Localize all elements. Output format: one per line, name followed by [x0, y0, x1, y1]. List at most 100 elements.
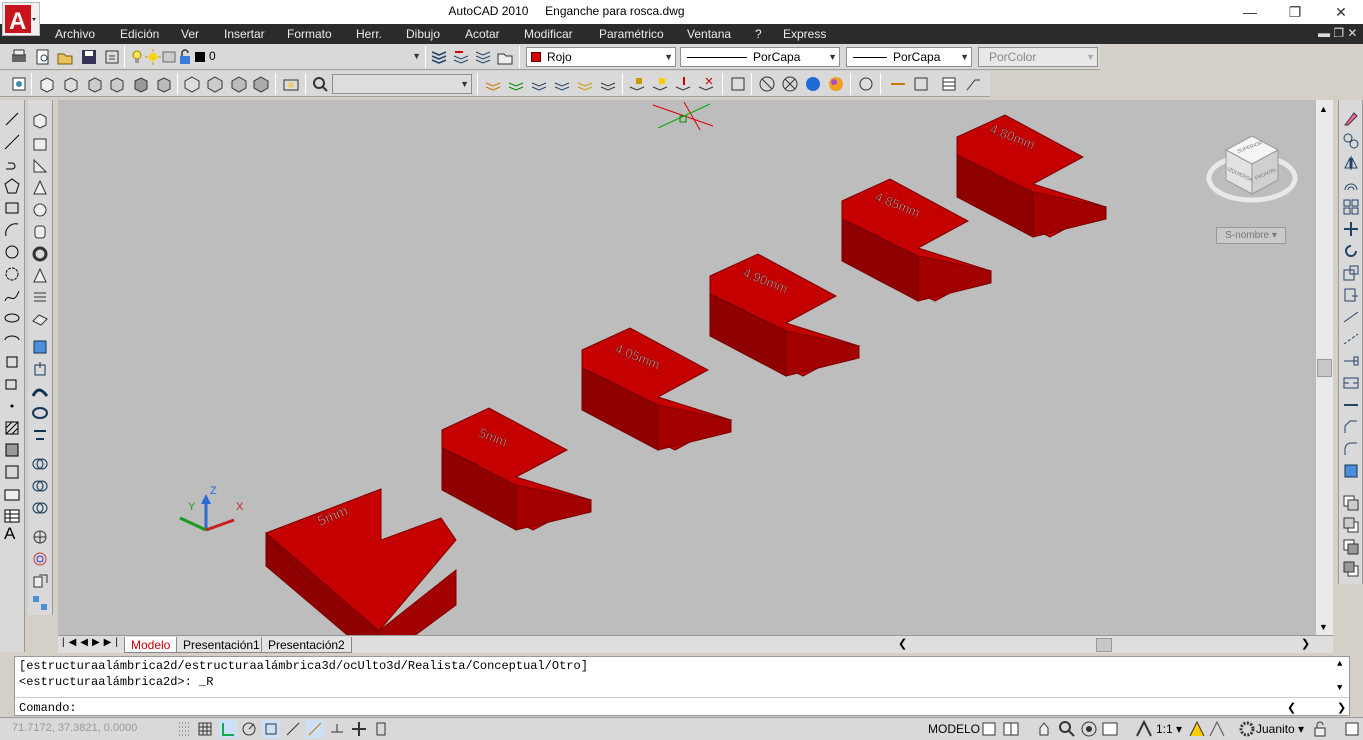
- menu-dibujo[interactable]: Dibujo: [406, 27, 440, 41]
- circle-icon[interactable]: [3, 243, 21, 261]
- construction-line-icon[interactable]: [3, 133, 21, 151]
- gradient-icon[interactable]: [3, 441, 21, 459]
- camera2-icon[interactable]: [3, 485, 21, 503]
- command-window[interactable]: [estructuraalámbrica2d/estructuraalámbri…: [14, 656, 1350, 716]
- revolve-icon[interactable]: [31, 404, 49, 422]
- command-prompt[interactable]: Comando:: [19, 701, 77, 715]
- array-icon[interactable]: [1342, 198, 1360, 216]
- join-icon[interactable]: [1342, 396, 1360, 414]
- view-front-icon[interactable]: [132, 75, 150, 93]
- iso-ne-icon[interactable]: [230, 75, 248, 93]
- planar-surface-icon[interactable]: [31, 311, 49, 329]
- move-icon[interactable]: [1342, 220, 1360, 238]
- coordinates-readout[interactable]: 71.7172, 37.3821, 0.0000: [12, 722, 137, 734]
- menu-herramientas[interactable]: Herr.: [356, 27, 382, 41]
- color-dropdown[interactable]: Rojo ▼: [526, 47, 676, 67]
- menu-acotar[interactable]: Acotar: [465, 27, 500, 41]
- cmd-scroll-right-icon[interactable]: ❯: [1337, 701, 1346, 715]
- insert-block-icon[interactable]: [3, 353, 21, 371]
- visual-style-manager-icon[interactable]: [857, 75, 875, 93]
- torus-icon[interactable]: [31, 245, 49, 263]
- menu-archivo[interactable]: Archivo: [55, 27, 95, 41]
- ellipse-arc-icon[interactable]: [3, 331, 21, 349]
- trim-icon[interactable]: [1342, 308, 1360, 326]
- helix-icon[interactable]: [31, 289, 49, 307]
- annotation-scale-icon[interactable]: [1135, 720, 1153, 738]
- view-back-icon[interactable]: [155, 75, 173, 93]
- 3d-osnap-icon[interactable]: [284, 720, 302, 738]
- annotation-visibility-icon[interactable]: [1188, 720, 1206, 738]
- pan-icon[interactable]: [1035, 720, 1053, 738]
- offset-icon[interactable]: [1342, 176, 1360, 194]
- menu-formato[interactable]: Formato: [287, 27, 332, 41]
- publish-icon[interactable]: [103, 48, 121, 66]
- named-views-icon[interactable]: [10, 75, 28, 93]
- layer-delete-icon[interactable]: [697, 75, 715, 93]
- copy-icon[interactable]: [1342, 132, 1360, 150]
- send-back-icon[interactable]: [1342, 516, 1360, 534]
- dyn-icon[interactable]: [350, 720, 368, 738]
- application-menu-button[interactable]: A: [2, 2, 40, 36]
- view-bottom-icon[interactable]: [62, 75, 80, 93]
- model-space-toggle[interactable]: MODELO: [928, 722, 980, 736]
- scale-icon[interactable]: [1342, 264, 1360, 282]
- toolbar-lock-icon[interactable]: [1311, 720, 1329, 738]
- lineweight-toggle-icon[interactable]: [372, 720, 390, 738]
- part-6[interactable]: 4.80mm: [955, 114, 1108, 238]
- scroll-right-icon[interactable]: ❯: [1301, 637, 1310, 650]
- linetype-dropdown[interactable]: PorCapa ▼: [680, 47, 840, 67]
- snap-icon[interactable]: [176, 720, 194, 738]
- layer-merge-icon[interactable]: [674, 75, 692, 93]
- layer-match-icon[interactable]: [530, 75, 548, 93]
- scroll-down-icon[interactable]: ▼: [1319, 622, 1328, 632]
- break-point-icon[interactable]: [1342, 352, 1360, 370]
- vertical-scroll-thumb[interactable]: [1317, 359, 1332, 377]
- 3d-move-icon[interactable]: [31, 528, 49, 546]
- ucs-icon[interactable]: [311, 75, 329, 93]
- mleader-style-icon[interactable]: [964, 75, 982, 93]
- camera-icon[interactable]: [282, 75, 300, 93]
- drawing-viewport[interactable]: 5mm 5mm 4.05mm 4.90mm 4.85mm 4.80mm Z Y …: [58, 100, 1315, 635]
- intersect-icon[interactable]: [31, 499, 49, 517]
- layer-previous-icon[interactable]: [452, 48, 470, 66]
- otrack-icon[interactable]: [306, 720, 324, 738]
- explode-icon[interactable]: [1342, 462, 1360, 480]
- layer-states-icon[interactable]: [474, 48, 492, 66]
- mtext-icon[interactable]: A: [4, 524, 15, 544]
- break-icon[interactable]: [1342, 374, 1360, 392]
- box-icon[interactable]: [31, 135, 49, 153]
- restore-button[interactable]: ❐: [1272, 0, 1318, 24]
- layer-lock2-icon[interactable]: [628, 75, 646, 93]
- ortho-icon[interactable]: [219, 720, 237, 738]
- plot-preview-icon[interactable]: [34, 48, 52, 66]
- view-right-icon[interactable]: [108, 75, 126, 93]
- erase-icon[interactable]: [1342, 110, 1360, 128]
- rectangle-icon[interactable]: [3, 199, 21, 217]
- wcs-menu[interactable]: S-nombre ▾: [1216, 227, 1286, 244]
- menu-modificar[interactable]: Modificar: [524, 27, 573, 41]
- hatch-icon[interactable]: [3, 419, 21, 437]
- osnap-icon[interactable]: [262, 720, 280, 738]
- view-top-icon[interactable]: [38, 75, 56, 93]
- send-under-icon[interactable]: [1342, 560, 1360, 578]
- scroll-up-icon[interactable]: ▲: [1319, 104, 1328, 114]
- 2d-wireframe-icon[interactable]: [758, 75, 776, 93]
- layer-unlock-icon[interactable]: [651, 75, 669, 93]
- layer-lock-icon[interactable]: [176, 48, 194, 66]
- ellipse-icon[interactable]: [3, 309, 21, 327]
- open-icon[interactable]: [56, 48, 74, 66]
- bring-above-icon[interactable]: [1342, 538, 1360, 556]
- menu-ayuda[interactable]: ?: [755, 27, 762, 41]
- workspace-gear-icon[interactable]: [1238, 720, 1256, 738]
- chamfer-icon[interactable]: [1342, 418, 1360, 436]
- rotate-icon[interactable]: [1342, 242, 1360, 260]
- wedge-icon[interactable]: [31, 157, 49, 175]
- subtract-icon[interactable]: [31, 477, 49, 495]
- save-icon[interactable]: [80, 48, 98, 66]
- layer-freeze-icon[interactable]: [576, 75, 594, 93]
- 3d-rotate-icon[interactable]: [31, 550, 49, 568]
- lineweight-dropdown[interactable]: PorCapa ▼: [846, 47, 972, 67]
- part-3[interactable]: 4.05mm: [580, 327, 733, 451]
- clean-screen-icon[interactable]: [1343, 720, 1361, 738]
- loft-icon[interactable]: [31, 426, 49, 444]
